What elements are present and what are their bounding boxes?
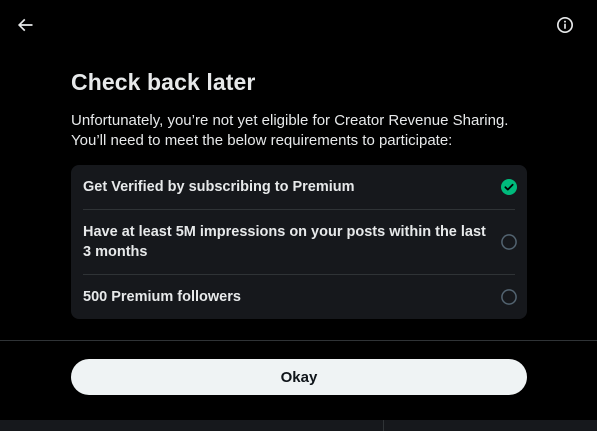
empty-circle-icon (501, 289, 517, 305)
check-circle-icon (501, 179, 517, 195)
info-circle-icon (556, 16, 574, 34)
info-button[interactable] (549, 9, 581, 41)
revenue-sharing-dialog: Check back later Unfortunately, you’re n… (0, 0, 597, 431)
background-divider (383, 420, 384, 431)
requirements-list: Get Verified by subscribing to Premium H… (71, 165, 527, 319)
page-title: Check back later (71, 69, 256, 95)
empty-circle-icon (501, 234, 517, 250)
dialog-content: Check back later Unfortunately, you’re n… (71, 66, 527, 319)
description-line-2: You’ll need to meet the below requiremen… (71, 132, 453, 149)
footer-divider (0, 340, 597, 341)
arrow-left-icon (17, 18, 33, 32)
back-button[interactable] (9, 9, 41, 41)
requirement-item-verified: Get Verified by subscribing to Premium (83, 165, 517, 210)
requirement-item-impressions: Have at least 5M impressions on your pos… (83, 210, 517, 275)
requirement-label: Have at least 5M impressions on your pos… (83, 224, 486, 260)
okay-button[interactable]: Okay (71, 359, 527, 395)
description-line-1: Unfortunately, you’re not yet eligible f… (71, 112, 509, 129)
background-strip (0, 420, 597, 431)
requirement-label: Get Verified by subscribing to Premium (83, 179, 355, 195)
description: Unfortunately, you’re not yet eligible f… (71, 111, 527, 151)
requirement-item-followers: 500 Premium followers (83, 275, 517, 319)
requirement-label: 500 Premium followers (83, 289, 241, 305)
